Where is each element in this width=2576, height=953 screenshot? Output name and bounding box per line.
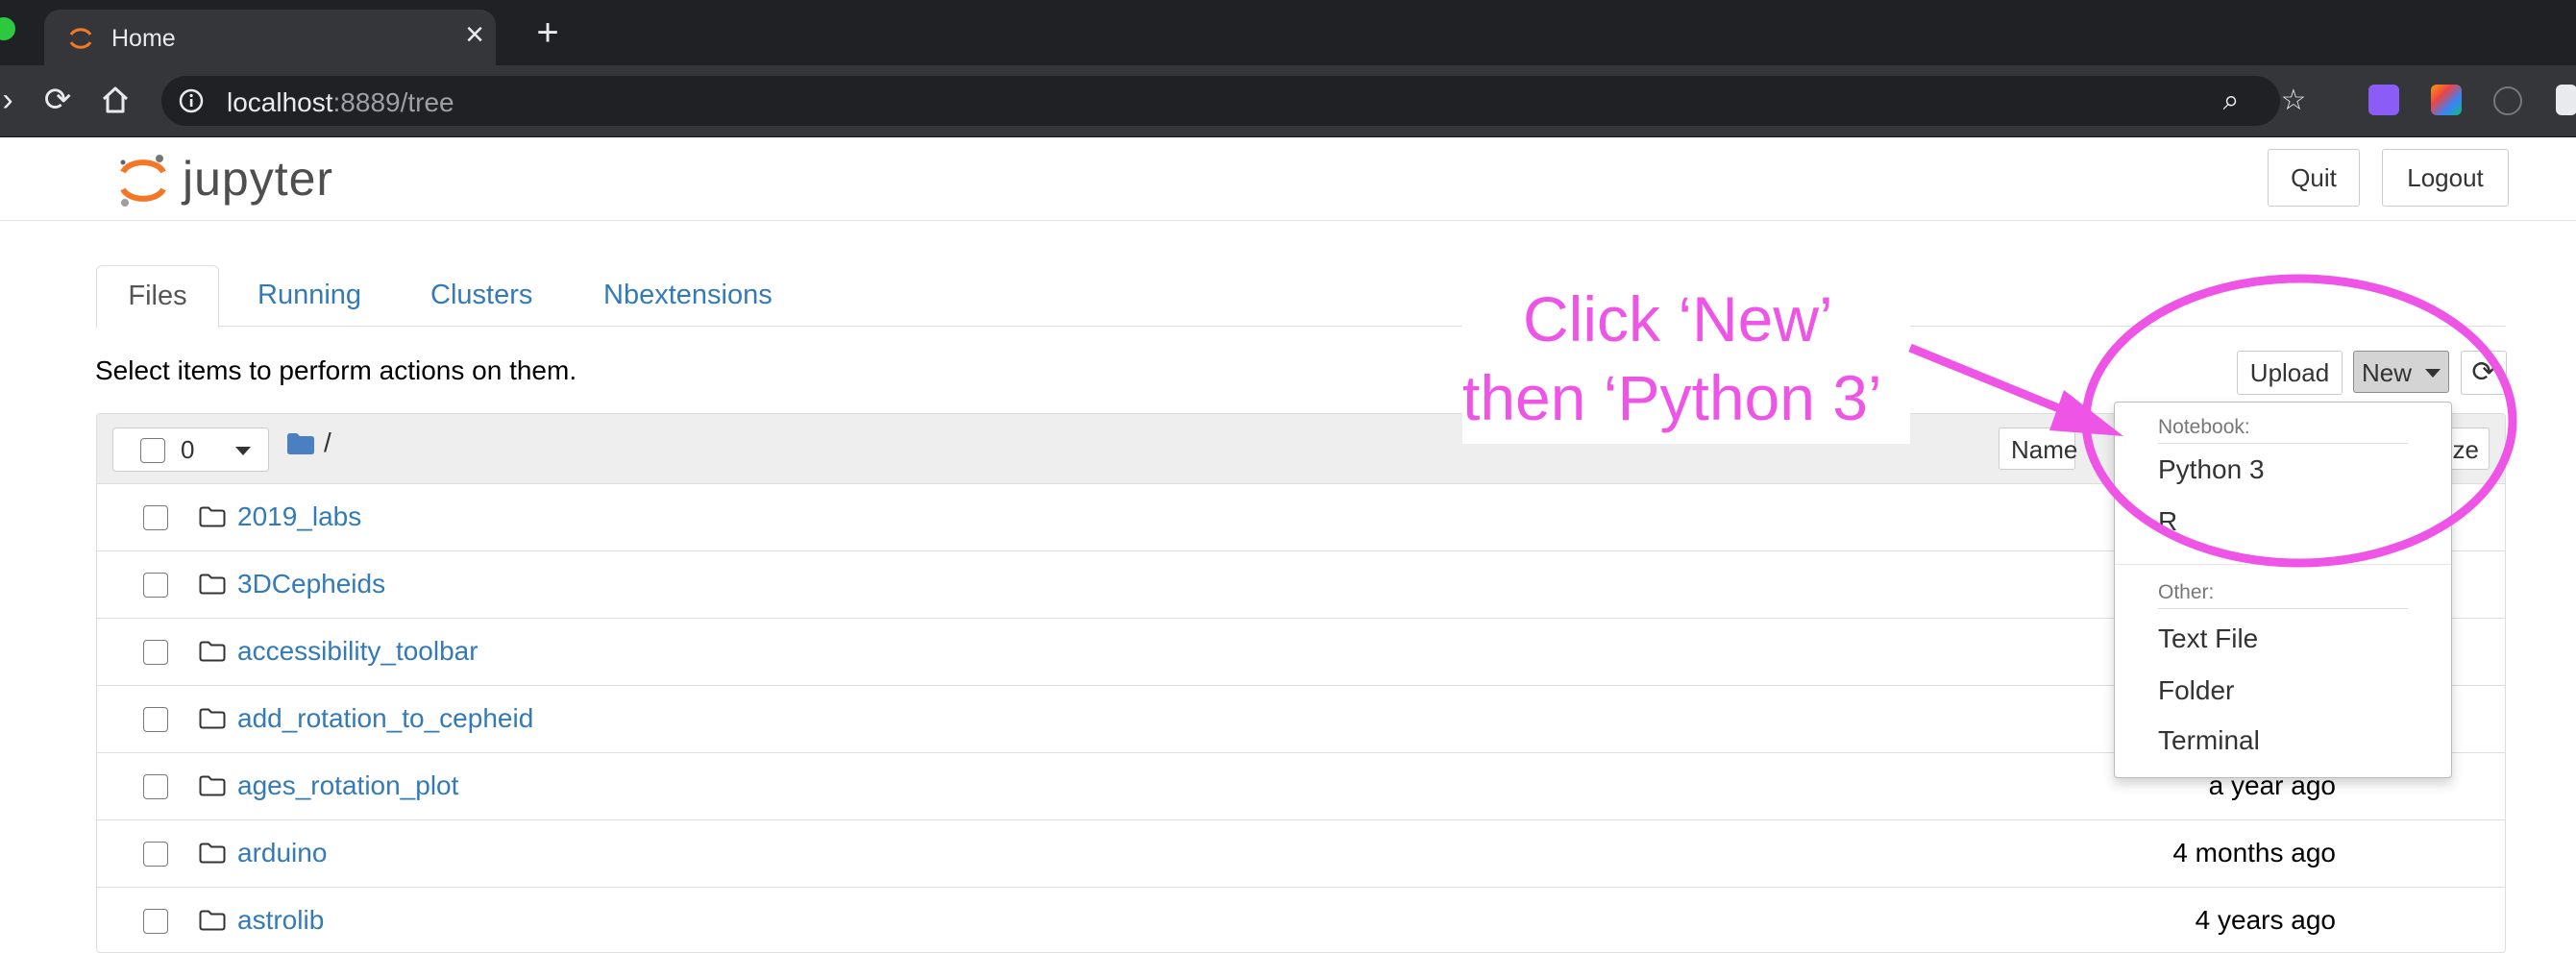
file-name-link[interactable]: add_rotation_to_cepheid [237,703,533,734]
selection-hint: Select items to perform actions on them. [95,355,577,385]
bookmark-star-icon[interactable]: ☆ [2278,86,2309,116]
other-section-header: Other: [2158,581,2215,603]
menu-divider [2115,564,2451,565]
select-menu-caret-button[interactable] [216,428,269,472]
file-modified: 4 months ago [2172,838,2336,867]
notebook-section-header: Notebook: [2158,416,2250,438]
file-name-link[interactable]: 2019_labs [237,501,361,532]
folder-icon [199,910,226,931]
url-text: localhost:8889/tree [227,87,454,118]
annotation-text-line1: Click ‘New’ [1523,283,1833,354]
url-host: localhost [227,87,333,117]
menu-item-terminal[interactable]: Terminal [2158,725,2260,756]
logout-button[interactable]: Logout [2382,149,2509,207]
jupyter-logo-text: jupyter [183,152,334,206]
info-icon[interactable] [179,88,204,113]
annotation-arrow-shaft [1908,343,2068,416]
refresh-button[interactable]: ⟳ [2461,351,2507,395]
url-path: :8889/tree [332,87,454,117]
upload-button[interactable]: Upload [2237,351,2343,395]
tab-clusters[interactable]: Clusters [430,265,532,326]
folder-icon[interactable] [287,433,314,454]
folder-icon [199,843,226,864]
table-row[interactable]: arduino 4 months ago [97,820,2505,888]
folder-icon [199,574,226,595]
new-button-label: New [2362,358,2413,387]
extension-info-icon[interactable] [2493,86,2522,115]
folder-icon [199,506,226,527]
folder-icon [199,708,226,729]
row-checkbox[interactable] [143,842,168,867]
window-maximize-button[interactable] [0,17,15,40]
row-checkbox[interactable] [143,909,168,934]
menu-divider [2158,608,2408,609]
tab-files[interactable]: Files [96,265,219,329]
file-name-link[interactable]: arduino [237,838,327,868]
sort-by-name-button[interactable]: Name [1999,428,2077,470]
extension-checkbox-icon[interactable] [2368,85,2399,115]
select-all-control[interactable]: 0 [112,428,218,472]
caret-down-icon [2425,369,2441,378]
tabs-divider [96,326,2506,327]
zoom-icon[interactable]: ⌕ [2216,86,2246,116]
jupyter-favicon-icon [69,28,92,49]
jupyter-logo[interactable]: jupyter [117,151,367,208]
reload-icon[interactable]: ⟳ [37,79,79,121]
browser-toolbar: › ⟳ localhost:8889/tree ⌕ ☆ [0,65,2576,137]
row-checkbox[interactable] [143,774,168,799]
new-tab-plus-icon[interactable]: + [527,12,569,54]
file-modified: 4 years ago [2195,905,2336,935]
folder-icon [199,775,226,796]
menu-divider [2158,443,2408,444]
row-checkbox[interactable] [143,573,168,598]
home-icon[interactable] [98,83,133,117]
folder-icon [199,641,226,662]
tab-nbextensions[interactable]: Nbextensions [603,265,773,326]
file-name-link[interactable]: 3DCepheids [237,569,385,599]
selected-count: 0 [181,435,195,464]
menu-item-r[interactable]: R [2158,506,2177,537]
jupyter-logo-icon [120,155,166,207]
browser-tab[interactable]: Home × [44,10,496,65]
address-bar[interactable]: localhost:8889/tree ⌕ ☆ [161,76,2306,126]
new-dropdown-menu: Notebook: Python 3 R Other: Text File Fo… [2114,402,2452,778]
row-checkbox[interactable] [143,707,168,732]
close-icon[interactable]: × [457,17,492,52]
file-name-link[interactable]: accessibility_toolbar [237,636,478,667]
select-all-checkbox[interactable] [140,438,165,463]
tab-running[interactable]: Running [258,265,361,326]
browser-tab-strip: Home × + [0,0,2576,65]
menu-item-text-file[interactable]: Text File [2158,623,2258,654]
forward-icon[interactable]: › [0,79,29,121]
breadcrumb-path[interactable]: / [324,428,331,458]
row-checkbox[interactable] [143,640,168,665]
quit-button[interactable]: Quit [2268,149,2360,207]
browser-tab-title: Home [111,25,176,52]
menu-item-python3[interactable]: Python 3 [2158,454,2265,485]
menu-item-folder[interactable]: Folder [2158,675,2234,706]
row-checkbox[interactable] [143,505,168,530]
file-name-link[interactable]: astrolib [237,905,324,936]
annotation-text-line2: then ‘Python 3’ [1462,362,1882,433]
file-name-link[interactable]: ages_rotation_plot [237,770,458,801]
extension-colorful-icon[interactable] [2431,85,2462,115]
new-button[interactable]: New [2353,351,2449,393]
refresh-icon: ⟳ [2471,356,2496,388]
table-row[interactable]: astrolib 4 years ago [97,888,2505,952]
jupyter-header: jupyter Quit Logout [0,137,2576,221]
extensions-puzzle-icon[interactable] [2556,85,2576,115]
